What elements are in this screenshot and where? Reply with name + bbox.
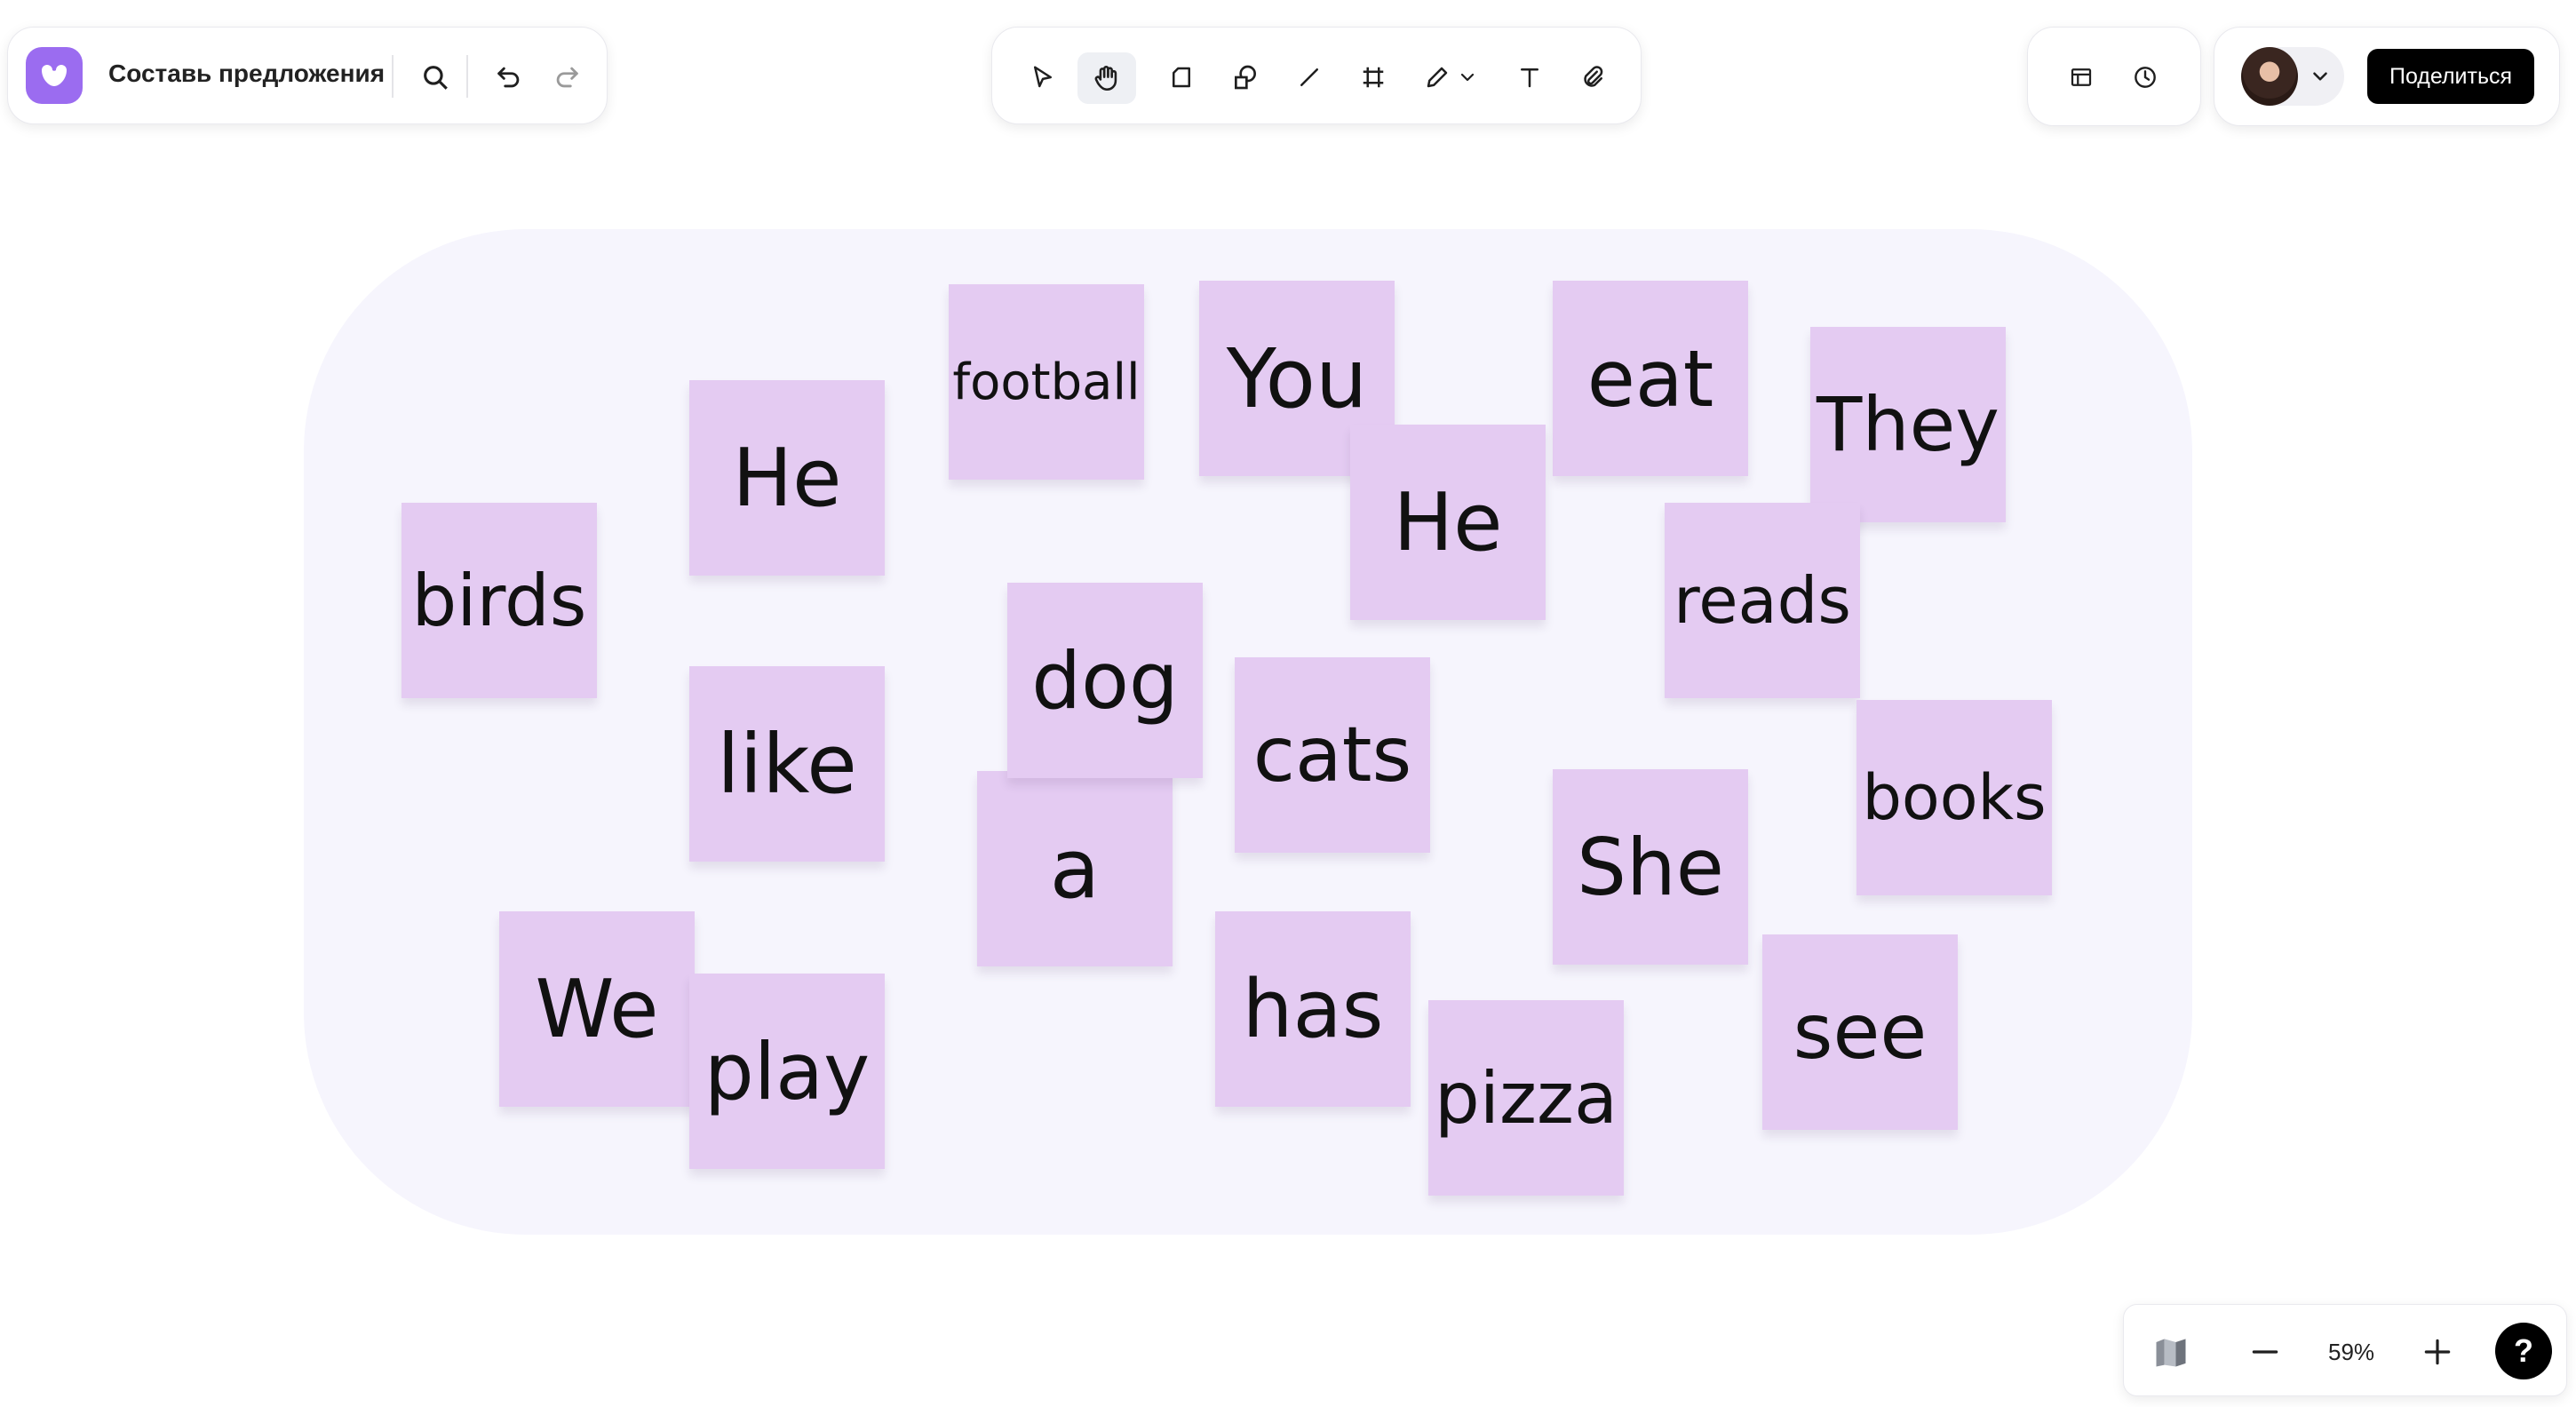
help-icon[interactable]: ? [2495,1323,2552,1379]
line-icon[interactable] [1289,57,1330,98]
sticky-note[interactable]: They [1810,327,2006,522]
sticky-note[interactable]: He [1350,425,1546,620]
sticky-note[interactable]: pizza [1428,1000,1624,1196]
sticky-note[interactable]: books [1856,700,2052,895]
sticky-note[interactable]: He [689,380,885,576]
sticky-note[interactable]: reads [1665,503,1860,698]
zoom-in-icon[interactable] [2417,1331,2458,1372]
hand-icon[interactable] [1077,52,1136,104]
view-controls [2027,27,2201,126]
zoom-controls: 59% ? [2123,1304,2567,1396]
tools-toolbar [991,27,1642,124]
attachment-icon[interactable] [1573,57,1614,98]
divider [466,55,468,98]
board-title[interactable]: Составь предложения [108,60,385,88]
share-button[interactable]: Поделиться [2367,49,2534,104]
chevron-down-icon[interactable] [2303,60,2337,93]
shapes-icon[interactable] [1225,57,1266,98]
text-icon[interactable] [1509,57,1550,98]
sticky-note[interactable]: She [1553,769,1748,965]
sticky-note[interactable]: football [949,284,1144,480]
minimap-icon[interactable] [2151,1331,2191,1372]
sticky-note[interactable]: eat [1553,281,1748,476]
redo-icon[interactable] [546,57,587,98]
history-icon[interactable] [2125,57,2166,98]
undo-icon[interactable] [489,57,529,98]
sticky-note[interactable]: has [1215,911,1411,1107]
board-title-panel: Составь предложения [7,27,608,124]
help-label: ? [2514,1332,2533,1369]
share-panel: Поделиться [2214,27,2560,126]
zoom-level: 59% [2328,1339,2375,1365]
chevron-down-icon[interactable] [1452,60,1483,95]
cursor-icon[interactable] [1022,57,1063,98]
sticky-note[interactable]: a [977,771,1173,966]
sticky-note[interactable]: play [689,974,885,1169]
sticky-note[interactable]: birds [402,503,597,698]
avatar [2241,47,2298,106]
sticky-note[interactable]: We [499,911,695,1107]
user-menu[interactable] [2241,47,2344,106]
sticky-note[interactable]: dog [1007,583,1203,778]
sticky-note-icon[interactable] [1161,57,1202,98]
search-icon[interactable] [415,57,456,98]
sticky-note[interactable]: cats [1235,657,1430,853]
layout-icon[interactable] [2061,57,2102,98]
sticky-note[interactable]: like [689,666,885,862]
divider [392,55,394,98]
frame-icon[interactable] [1353,57,1394,98]
sticky-note[interactable]: see [1762,934,1958,1130]
zoom-out-icon[interactable] [2245,1331,2286,1372]
logo-icon[interactable] [26,47,83,104]
